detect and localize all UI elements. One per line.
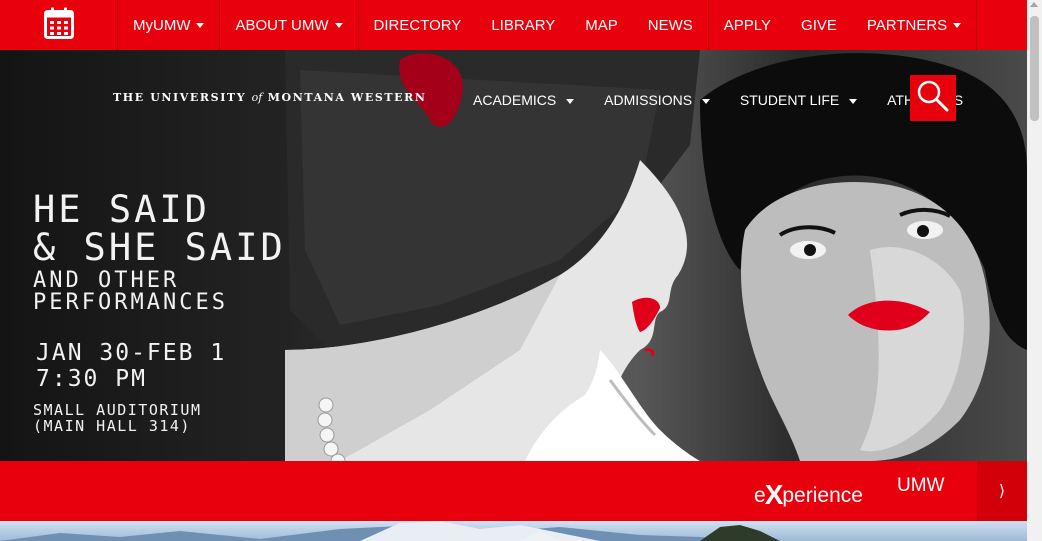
topnav-myumw[interactable]: MyUMW	[118, 0, 221, 50]
event-date: JAN 30-FEB 1	[36, 340, 227, 366]
topnav-news[interactable]: NEWS	[633, 0, 709, 50]
caret-down-icon	[849, 98, 858, 104]
brand-text-post: MONTANA WESTERN	[267, 91, 427, 104]
nav-admissions[interactable]: ADMISSIONS	[604, 92, 710, 108]
topnav-directory-label: DIRECTORY	[373, 16, 462, 34]
next-section-photo	[0, 521, 1027, 541]
topnav-partners-label: PARTNERS	[866, 16, 948, 34]
page-scrollbar[interactable]	[1027, 0, 1042, 541]
experience-umw-label[interactable]: UMW	[897, 475, 944, 497]
mountain-image	[0, 521, 780, 541]
topnav-map[interactable]: MAP	[570, 0, 633, 50]
nav-academics-label: ACADEMICS	[473, 92, 557, 108]
nav-student-life[interactable]: STUDENT LIFE	[739, 92, 858, 108]
calendar-button[interactable]	[0, 0, 118, 50]
scroll-up-arrow-icon[interactable]	[1030, 2, 1038, 7]
topnav-apply[interactable]: APPLY	[709, 0, 786, 50]
event-time: 7:30 PM	[36, 366, 147, 392]
topnav-give-label: GIVE	[801, 16, 837, 34]
caret-down-icon	[701, 98, 710, 104]
caret-down-icon	[196, 22, 205, 28]
event-subtitle-line2: PERFORMANCES	[33, 290, 228, 315]
chevron-right-icon: ⟩	[998, 483, 1006, 500]
search-button[interactable]	[910, 75, 956, 121]
scrollbar-thumb[interactable]	[1030, 16, 1039, 121]
topnav-library-label: LIBRARY	[491, 16, 556, 34]
topnav-give[interactable]: GIVE	[786, 0, 852, 50]
top-utility-bar: MyUMW ABOUT UMW DIRECTORY LIBRARY MAP NE…	[0, 0, 1027, 50]
caret-down-icon	[953, 22, 962, 28]
caret-down-icon	[334, 22, 343, 28]
experience-logo-rest: perience	[782, 484, 863, 507]
event-title-line1: HE SAID	[33, 188, 210, 231]
next-slide-button[interactable]: ⟩	[977, 461, 1027, 521]
topnav-myumw-label: MyUMW	[133, 16, 191, 34]
topnav-directory[interactable]: DIRECTORY	[359, 0, 477, 50]
topnav-news-label: NEWS	[647, 16, 693, 34]
brand-text-of: of	[251, 91, 263, 104]
topnav-about-label: ABOUT UMW	[235, 16, 329, 34]
topnav-apply-label: APPLY	[723, 16, 772, 34]
nav-academics[interactable]: ACADEMICS	[473, 92, 575, 108]
topnav-partners[interactable]: PARTNERS	[852, 0, 978, 50]
nav-student-life-label: STUDENT LIFE	[739, 92, 840, 108]
event-title-line2: & SHE SAID	[33, 226, 286, 269]
topnav-library[interactable]: LIBRARY	[476, 0, 570, 50]
experience-logo-e: e	[754, 484, 766, 507]
event-location-line2: (MAIN HALL 314)	[33, 417, 191, 435]
experience-logo-x: X	[764, 479, 784, 510]
nav-admissions-label: ADMISSIONS	[604, 92, 693, 108]
calendar-icon	[43, 7, 74, 44]
brand-text-pre: THE UNIVERSITY	[113, 91, 247, 104]
experience-logo[interactable]: eXperience	[754, 477, 863, 510]
hero-banner[interactable]: THE UNIVERSITY of MONTANA WESTERN ACADEM…	[0, 50, 1027, 461]
main-navigation: ACADEMICS ADMISSIONS STUDENT LIFE ATHLET…	[473, 92, 963, 108]
caret-down-icon	[566, 98, 575, 104]
university-logo[interactable]: THE UNIVERSITY of MONTANA WESTERN	[113, 91, 427, 104]
search-icon	[916, 79, 950, 118]
topnav-map-label: MAP	[585, 16, 618, 34]
topnav-about-umw[interactable]: ABOUT UMW	[220, 0, 359, 50]
experience-umw-bar: eXperience UMW ⟩	[0, 461, 1027, 521]
